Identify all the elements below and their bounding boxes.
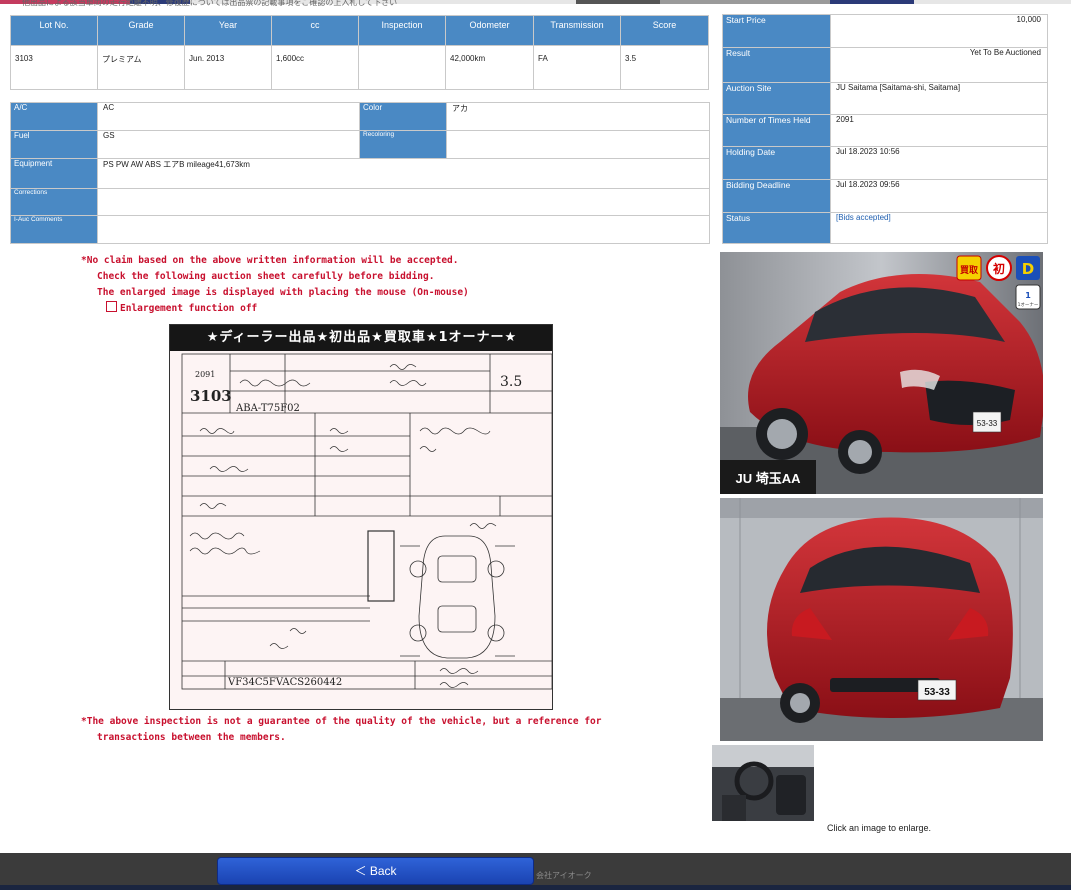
car-photo-rear[interactable]: 53-33 (720, 498, 1043, 741)
color-label: Color (359, 102, 447, 131)
cc-header: cc (271, 15, 359, 46)
status-label: Status (722, 212, 831, 244)
svg-text:買取: 買取 (960, 265, 979, 276)
car-rear-image: 53-33 (720, 498, 1043, 741)
warning-on-mouse: The enlarged image is displayed with pla… (97, 287, 469, 298)
recoloring-value (446, 130, 710, 159)
nav-tab[interactable] (830, 0, 914, 4)
sheet-banner: ★ディーラー出品★初出品★買取車★1オーナー★ (170, 325, 552, 351)
footer-company: 会社アイオーク (536, 871, 592, 880)
rear-plate-text: 53-33 (924, 687, 950, 698)
one-owner-badge-icon: 1 1オーナー (1015, 284, 1041, 310)
front-plate-text: 53-33 (977, 419, 998, 428)
start-price-label: Start Price (722, 14, 831, 48)
inspection-cell (358, 45, 446, 90)
equipment-value: PS PW AW ABS エアB mileage41,673km (97, 158, 710, 189)
sheet-score: 3.5 (500, 374, 522, 390)
score-cell: 3.5 (620, 45, 709, 90)
enlarge-note: Click an image to enlarge. (827, 823, 932, 833)
times-held-value: 2091 (830, 114, 1048, 147)
auction-info-table: Start Price 10,000 Result Yet To Be Auct… (722, 14, 1048, 244)
holding-date-label: Holding Date (722, 146, 831, 180)
odometer-header: Odometer (445, 15, 534, 46)
result-label: Result (722, 47, 831, 83)
sheet-model-code: ABA-T75F02 (235, 403, 300, 414)
svg-text:1オーナー: 1オーナー (1018, 302, 1039, 308)
year-header: Year (184, 15, 272, 46)
disclaimer-line-2: transactions between the members. (97, 732, 286, 743)
auction-sheet-image[interactable]: ★ディーラー出品★初出品★買取車★1オーナー★ 3103 2091 ABA-T7… (169, 324, 553, 710)
lot-info-table: Lot No. Grade Year cc Inspection Odomete… (10, 15, 709, 90)
score-header: Score (620, 15, 709, 46)
color-value: アカ (446, 102, 710, 131)
times-held-label: Number of Times Held (722, 114, 831, 147)
svg-text:1: 1 (1025, 291, 1031, 300)
grade-cell: プレミアム (97, 45, 185, 90)
interior-image (712, 745, 814, 821)
transmission-cell: FA (533, 45, 621, 90)
inspection-header: Inspection (358, 15, 446, 46)
dealer-badge-icon: D (1015, 255, 1041, 281)
corrections-label: Corrections (10, 188, 98, 216)
bidding-deadline-value: Jul 18.2023 09:56 (830, 179, 1048, 213)
bidding-deadline-label: Bidding Deadline (722, 179, 831, 213)
sheet-session: 2091 (195, 370, 215, 379)
start-price-value: 10,000 (830, 14, 1048, 48)
ac-label: A/C (10, 102, 98, 131)
status-value[interactable]: [Bids accepted] (830, 212, 1048, 244)
car-front-image: 53-33 JU 埼玉AA (720, 252, 1043, 494)
recoloring-label: Recoloring (359, 130, 447, 159)
svg-text:初: 初 (993, 261, 1005, 276)
equipment-label: Equipment (10, 158, 98, 189)
svg-text:D: D (1022, 260, 1034, 278)
first-listing-badge-icon: 初 (986, 255, 1012, 281)
warning-check-sheet: Check the following auction sheet carefu… (97, 271, 435, 282)
car-photo-front[interactable]: 53-33 JU 埼玉AA 買取 初 D 1 1オーナー (720, 252, 1043, 494)
result-value: Yet To Be Auctioned (830, 47, 1048, 83)
buyback-badge-icon: 買取 (956, 255, 982, 281)
odometer-cell: 42,000km (445, 45, 534, 90)
enlargement-checkbox[interactable] (106, 301, 117, 312)
car-photo-interior-thumbnail[interactable] (712, 745, 814, 821)
top-note: 他出品による該当車両の走行距離不明、修復歴については出品票の記載事項をご確認の上… (22, 0, 398, 7)
sheet-chassis: VF34C5FVACS260442 (227, 677, 342, 688)
auction-site-value: JU Saitama [Saitama-shi, Saitama] (830, 82, 1048, 115)
lot-header: Lot No. (10, 15, 98, 46)
vehicle-details-table: A/C AC Color アカ Fuel GS Recoloring Equip… (10, 102, 710, 244)
cc-cell: 1,600cc (271, 45, 359, 90)
enlargement-label[interactable]: Enlargement function off (120, 303, 257, 314)
disclaimer-line-1: *The above inspection is not a guarantee… (81, 716, 602, 727)
grade-header: Grade (97, 15, 185, 46)
iauc-comments-value (97, 215, 710, 244)
transmission-header: Transmission (533, 15, 621, 46)
back-button[interactable]: ＜ Back (217, 857, 534, 885)
ac-value: AC (97, 102, 360, 131)
year-cell: Jun. 2013 (184, 45, 272, 90)
fuel-label: Fuel (10, 130, 98, 159)
warning-no-claim: *No claim based on the above written inf… (81, 255, 459, 266)
iauc-comments-label: I-Auc Comments (10, 215, 98, 244)
holding-date-value: Jul 18.2023 10:56 (830, 146, 1048, 180)
auction-site-label: Auction Site (722, 82, 831, 115)
watermark-text: JU 埼玉AA (735, 471, 801, 486)
auction-sheet-form: 3103 2091 ABA-T75F02 3.5 VF34C5FVACS2604… (170, 351, 552, 709)
lot-number-cell: 3103 (10, 45, 98, 90)
corrections-value (97, 188, 710, 216)
fuel-value: GS (97, 130, 360, 159)
sheet-lot-number: 3103 (190, 387, 232, 405)
